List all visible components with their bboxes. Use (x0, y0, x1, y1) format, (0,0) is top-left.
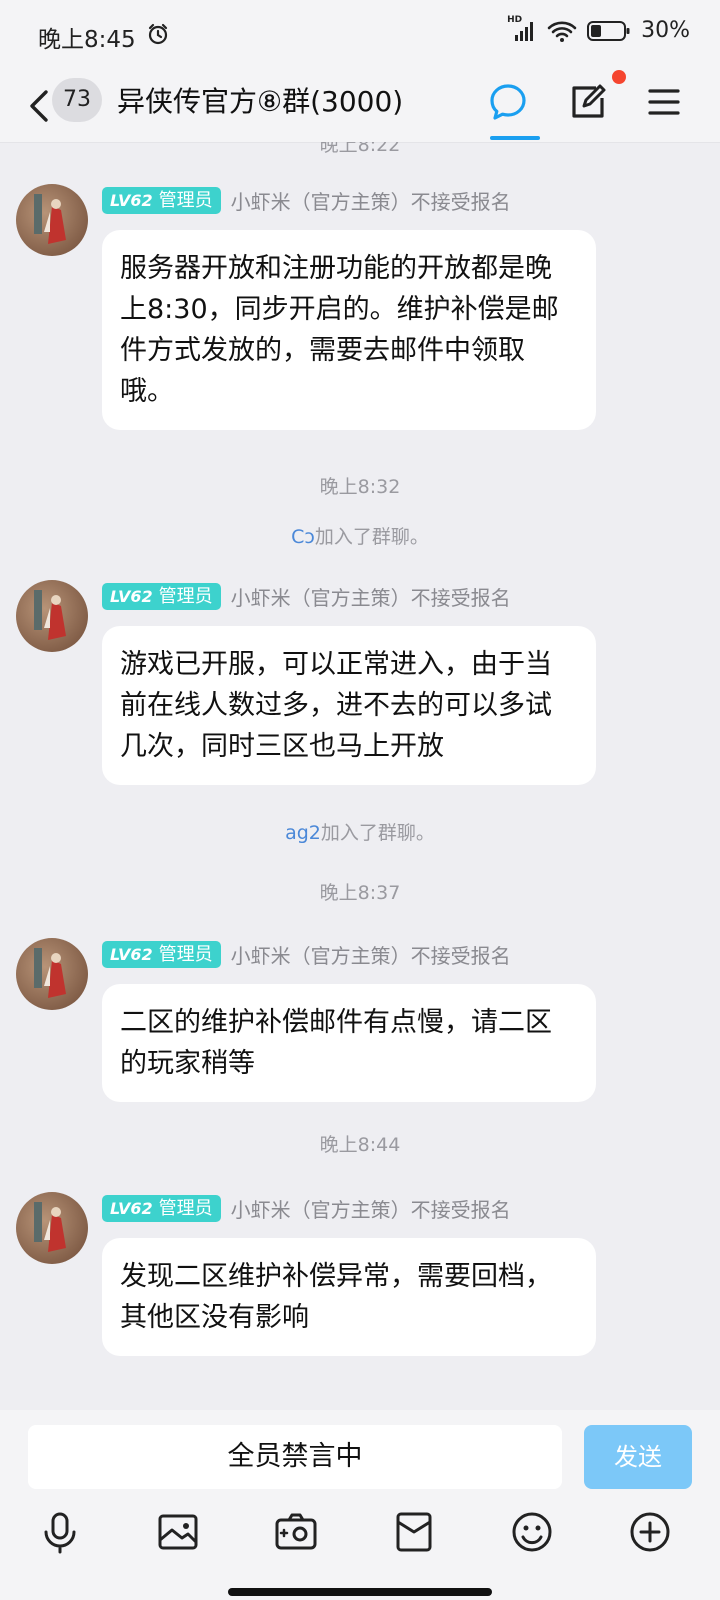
home-indicator[interactable] (228, 1588, 492, 1596)
group-title: 异侠传官方⑧群(3000) (117, 85, 404, 118)
unread-count-badge[interactable]: 73 (52, 78, 102, 122)
chat-header: 73 异侠传官方⑧群(3000) (0, 70, 720, 143)
camera-icon[interactable] (272, 1508, 320, 1556)
role-badge: LV62 管理员 (102, 187, 221, 214)
message-feed[interactable]: 晚上8:22 LV62 管理员 小虾米（官方主策）不接受报名 服务器开放和注册功… (0, 142, 720, 1410)
plus-icon[interactable] (626, 1508, 674, 1556)
sender-name[interactable]: 小虾米（官方主策）不接受报名 (231, 1194, 511, 1223)
timestamp: 晚上8:44 (319, 1134, 401, 1156)
input-area: 全员禁言中 发送 (0, 1410, 720, 1600)
sender-name[interactable]: 小虾米（官方主策）不接受报名 (231, 940, 511, 969)
avatar[interactable] (16, 184, 88, 256)
message-meta: LV62 管理员 小虾米（官方主策）不接受报名 (102, 186, 511, 215)
member-nickname[interactable]: ag2 (285, 822, 321, 844)
role-badge: LV62 管理员 (102, 941, 221, 968)
alarm-icon (148, 23, 168, 45)
level-label: LV62 (110, 191, 153, 210)
menu-icon[interactable] (642, 80, 686, 124)
send-button[interactable]: 发送 (584, 1425, 692, 1489)
role-badge: LV62 管理员 (102, 583, 221, 610)
edit-note-icon[interactable] (566, 80, 610, 124)
join-notice: Cɔ加入了群聊。 (0, 522, 720, 549)
role-label: 管理员 (158, 944, 213, 965)
status-time: 晚上8:45 (38, 27, 136, 53)
join-text: 加入了群聊。 (320, 822, 435, 844)
signal-icon: HD (507, 15, 537, 43)
message-meta: LV62 管理员 小虾米（官方主策）不接受报名 (102, 582, 511, 611)
role-label: 管理员 (158, 190, 213, 211)
timestamp: 晚上8:32 (319, 476, 401, 498)
message-meta: LV62 管理员 小虾米（官方主策）不接受报名 (102, 1194, 511, 1223)
red-packet-icon[interactable] (390, 1508, 438, 1556)
image-icon[interactable] (154, 1508, 202, 1556)
avatar[interactable] (16, 938, 88, 1010)
status-bar: 晚上8:45 HD 30% (0, 0, 720, 70)
timestamp: 晚上8:37 (319, 882, 401, 904)
join-text: 加入了群聊。 (314, 526, 429, 548)
role-label: 管理员 (158, 586, 213, 607)
avatar[interactable] (16, 580, 88, 652)
wifi-icon (547, 21, 577, 42)
level-label: LV62 (110, 587, 153, 606)
sender-name[interactable]: 小虾米（官方主策）不接受报名 (231, 582, 511, 611)
active-tab-indicator (490, 136, 540, 140)
message-bubble[interactable]: 游戏已开服，可以正常进入，由于当前在线人数过多，进不去的可以多试几次，同时三区也… (102, 626, 596, 785)
message-bubble[interactable]: 二区的维护补偿邮件有点慢，请二区的玩家稍等 (102, 984, 596, 1102)
timestamp: 晚上8:22 (319, 142, 401, 156)
message-bubble[interactable]: 服务器开放和注册功能的开放都是晚上8:30，同步开启的。维护补偿是邮件方式发放的… (102, 230, 596, 430)
chat-bubble-icon[interactable] (486, 80, 530, 124)
level-label: LV62 (110, 945, 153, 964)
status-indicators: HD 30% (507, 15, 690, 44)
battery-level: 30% (641, 18, 690, 43)
battery-icon (587, 20, 630, 41)
message-bubble[interactable]: 发现二区维护补偿异常，需要回档，其他区没有影响 (102, 1238, 596, 1356)
role-label: 管理员 (158, 1198, 213, 1219)
microphone-icon[interactable] (36, 1508, 84, 1556)
role-badge: LV62 管理员 (102, 1195, 221, 1222)
notification-dot (612, 70, 626, 84)
join-notice: ag2加入了群聊。 (0, 818, 720, 845)
member-nickname[interactable]: Cɔ (291, 526, 315, 548)
avatar[interactable] (16, 1192, 88, 1264)
sender-name[interactable]: 小虾米（官方主策）不接受报名 (231, 186, 511, 215)
message-meta: LV62 管理员 小虾米（官方主策）不接受报名 (102, 940, 511, 969)
emoji-icon[interactable] (508, 1508, 556, 1556)
level-label: LV62 (110, 1199, 153, 1218)
muted-input-box[interactable]: 全员禁言中 (28, 1425, 562, 1489)
